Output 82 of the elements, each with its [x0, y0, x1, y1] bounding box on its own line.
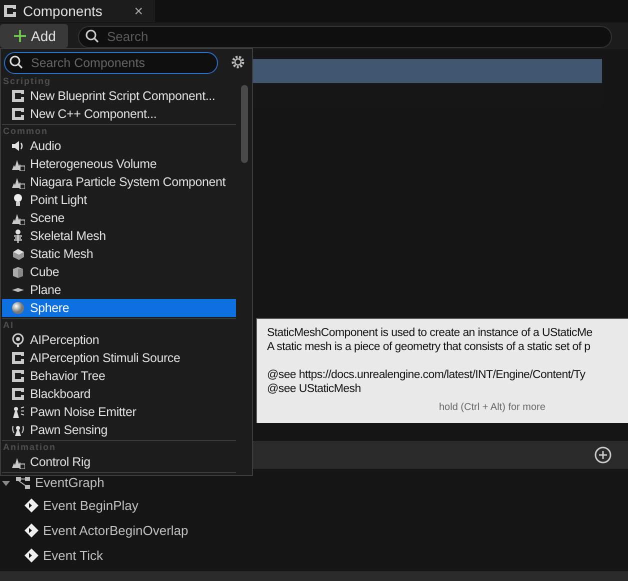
event-diamond-icon	[24, 498, 39, 513]
sphere-icon	[11, 301, 25, 315]
cube-icon	[11, 265, 25, 279]
event-label: Event ActorBeginOverlap	[43, 522, 188, 540]
menu-item[interactable]: Pawn Sensing	[2, 421, 236, 439]
tooltip-text: A static mesh is a piece of geometry that consists of a static set of p	[267, 340, 590, 354]
pawn-sensing-icon	[11, 423, 25, 437]
speaker-icon	[11, 139, 25, 153]
item-label: Plane	[30, 282, 61, 299]
item-label: Point Light	[30, 192, 87, 209]
event-label: Event BeginPlay	[43, 496, 138, 515]
tab-title: Components	[23, 2, 104, 21]
item-label: Pawn Sensing	[30, 422, 108, 439]
menu-item[interactable]: New C++ Component...	[2, 105, 236, 123]
pawn-noise-icon	[11, 405, 25, 419]
components-tab[interactable]: Components ×	[0, 0, 155, 22]
tooltip-text: @see UStaticMesh	[267, 382, 361, 396]
item-label: Control Rig	[30, 454, 90, 471]
tooltip-text: @see https://docs.unrealengine.com/latest/INT/Engine/Content/Ty	[267, 368, 586, 382]
item-label: Static Mesh	[30, 246, 94, 263]
menu-item[interactable]: Cube	[2, 263, 236, 281]
menu-item[interactable]: AIPerception	[2, 331, 236, 349]
event-item[interactable]: Event ActorBeginOverlap	[0, 518, 628, 543]
menu-item[interactable]: Static Mesh	[2, 245, 236, 263]
menu-item[interactable]: Heterogeneous Volume	[2, 155, 236, 173]
menu-item[interactable]: Audio	[2, 137, 236, 155]
class-icon	[11, 387, 25, 401]
tooltip-text: StaticMeshComponent is used to create an instance of a UStaticMe	[267, 326, 592, 340]
item-label: Cube	[30, 264, 60, 281]
plus-icon	[14, 30, 26, 42]
tree-item[interactable]: EventGraph	[0, 473, 628, 493]
item-label: AIPerception	[30, 332, 100, 349]
graph-icon	[15, 476, 31, 490]
item-label: Scene	[30, 210, 64, 227]
menu-item[interactable]: AIPerception Stimuli Source	[2, 349, 236, 367]
item-label: AIPerception Stimuli Source	[30, 350, 180, 367]
lightbulb-icon	[11, 193, 25, 207]
settings-icon	[230, 54, 246, 70]
class-icon	[3, 4, 17, 18]
close-button[interactable]: ×	[134, 4, 143, 18]
search-icon	[85, 29, 99, 43]
event-diamond-icon	[24, 523, 39, 538]
search-icon	[9, 55, 23, 69]
menu-item[interactable]: Blackboard	[2, 385, 236, 403]
item-label: Audio	[30, 138, 61, 155]
event-label: Event Tick	[43, 546, 103, 565]
menu-item[interactable]: Plane	[2, 281, 236, 299]
add-circle-icon	[594, 446, 612, 464]
class-icon	[11, 369, 25, 383]
item-label: Behavior Tree	[30, 368, 106, 385]
menu-item[interactable]: Pawn Noise Emitter	[2, 403, 236, 421]
item-label: New Blueprint Script Component...	[30, 88, 216, 105]
item-label: Heterogeneous Volume	[30, 156, 157, 173]
mesh-icon	[11, 247, 25, 261]
class-icon	[11, 107, 25, 121]
item-label: Niagara Particle System Component	[30, 174, 226, 191]
menu-item[interactable]: New Blueprint Script Component...	[2, 87, 236, 105]
component-search-field[interactable]: Search Components	[4, 52, 218, 74]
item-label: Skeletal Mesh	[30, 228, 106, 245]
menu-item[interactable]: Skeletal Mesh	[2, 227, 236, 245]
tooltip-hint: hold (Ctrl + Alt) for more	[439, 401, 546, 415]
menu-item[interactable]: Sphere	[2, 299, 236, 317]
search-field[interactable]: Search	[78, 26, 612, 48]
eye-target-icon	[11, 333, 25, 347]
item-label: New C++ Component...	[30, 106, 157, 123]
event-item[interactable]: Event Tick	[0, 543, 628, 568]
menu-item[interactable]: Point Light	[2, 191, 236, 209]
item-label: Blackboard	[30, 386, 91, 403]
class-icon	[11, 89, 25, 103]
graph-label: EventGraph	[35, 474, 104, 492]
scrollbar-thumb[interactable]	[241, 85, 248, 163]
menu-item[interactable]: Scene	[2, 209, 236, 227]
event-item[interactable]: Event BeginPlay	[0, 493, 628, 518]
class-icon	[11, 351, 25, 365]
add-button[interactable]: Add	[0, 24, 68, 48]
item-label: Sphere	[30, 300, 70, 317]
skeleton-icon	[11, 229, 25, 243]
item-label: Pawn Noise Emitter	[30, 404, 136, 421]
menu-item[interactable]: Niagara Particle System Component	[2, 173, 236, 191]
menu-item[interactable]: Control Rig	[2, 453, 236, 471]
menu-item[interactable]: Behavior Tree	[2, 367, 236, 385]
event-diamond-icon	[24, 548, 39, 563]
